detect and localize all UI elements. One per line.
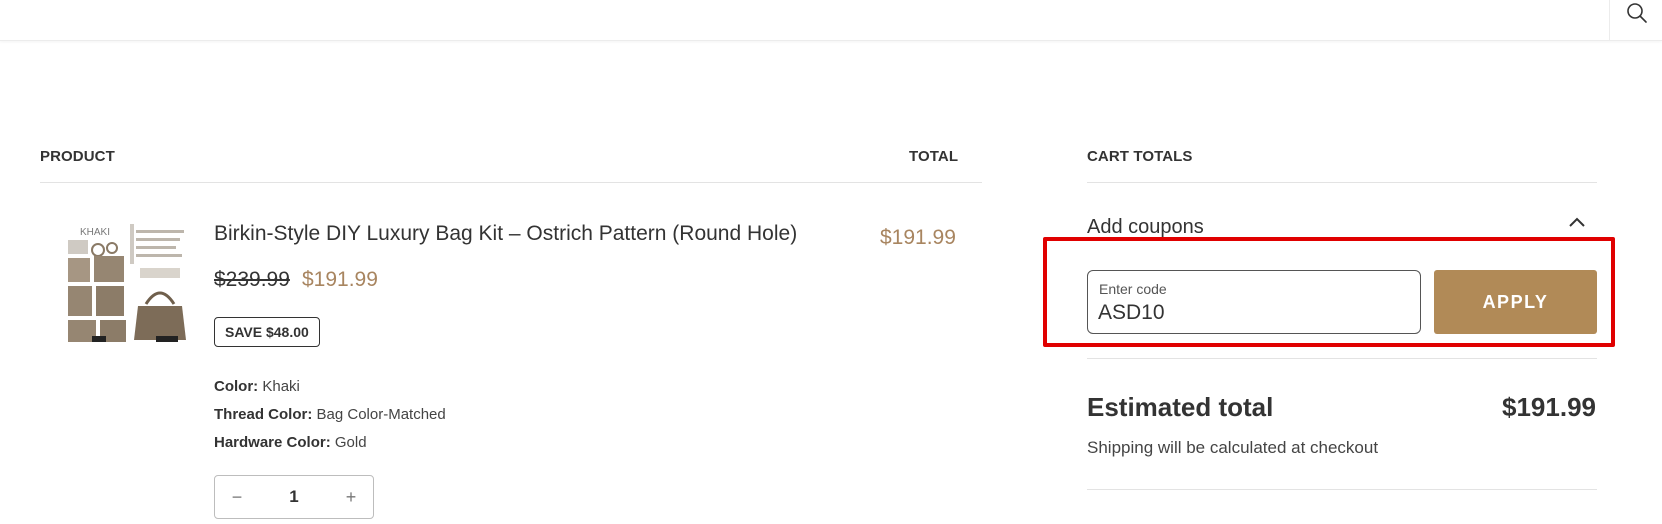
table-divider <box>40 182 982 183</box>
sale-price: $191.99 <box>302 268 378 291</box>
product-thumbnail[interactable]: KHAKI <box>64 222 188 346</box>
estimated-total-label: Estimated total <box>1087 392 1274 422</box>
product-name-link[interactable]: Birkin-Style DIY Luxury Bag Kit – Ostric… <box>214 222 797 246</box>
add-coupons-toggle[interactable]: Add coupons <box>1087 216 1204 239</box>
apply-coupon-button[interactable]: APPLY <box>1434 270 1597 334</box>
search-icon[interactable] <box>1626 2 1648 24</box>
option-value: Gold <box>334 434 367 451</box>
option-label: Hardware Color: <box>214 434 331 451</box>
totals-divider <box>1087 182 1597 183</box>
chevron-up-icon[interactable] <box>1568 216 1586 228</box>
option-value: Khaki <box>262 378 300 395</box>
shipping-note: Shipping will be calculated at checkout <box>1087 438 1379 457</box>
coupon-code-field[interactable]: Enter code <box>1087 270 1421 334</box>
option-value: Bag Color-Matched <box>316 406 446 423</box>
estimated-total-value: $191.99 <box>1502 392 1596 422</box>
original-price: $239.99 <box>214 268 290 291</box>
option-thread-color: Thread Color: Bag Color-Matched <box>214 406 446 423</box>
option-label: Thread Color: <box>214 406 313 423</box>
product-column-header: PRODUCT <box>40 148 115 165</box>
option-label: Color: <box>214 378 259 395</box>
search-button[interactable] <box>1609 0 1662 40</box>
decrease-quantity-button[interactable]: − <box>215 487 259 508</box>
coupon-code-label: Enter code <box>1099 281 1167 297</box>
thumbnail-label: KHAKI <box>80 227 110 238</box>
increase-quantity-button[interactable]: + <box>329 487 373 508</box>
coupon-divider <box>1087 358 1597 359</box>
quantity-value[interactable]: 1 <box>259 487 329 507</box>
line-total-price: $191.99 <box>880 226 956 249</box>
cart-totals-heading: CART TOTALS <box>1087 148 1193 165</box>
site-header <box>0 0 1662 41</box>
coupon-code-input[interactable] <box>1098 301 1398 325</box>
option-color: Color: Khaki <box>214 378 300 395</box>
quantity-stepper: − 1 + <box>214 475 374 519</box>
save-badge: SAVE $48.00 <box>214 317 320 347</box>
total-column-header: TOTAL <box>909 148 959 165</box>
option-hardware-color: Hardware Color: Gold <box>214 434 367 451</box>
bottom-divider <box>1087 489 1597 490</box>
